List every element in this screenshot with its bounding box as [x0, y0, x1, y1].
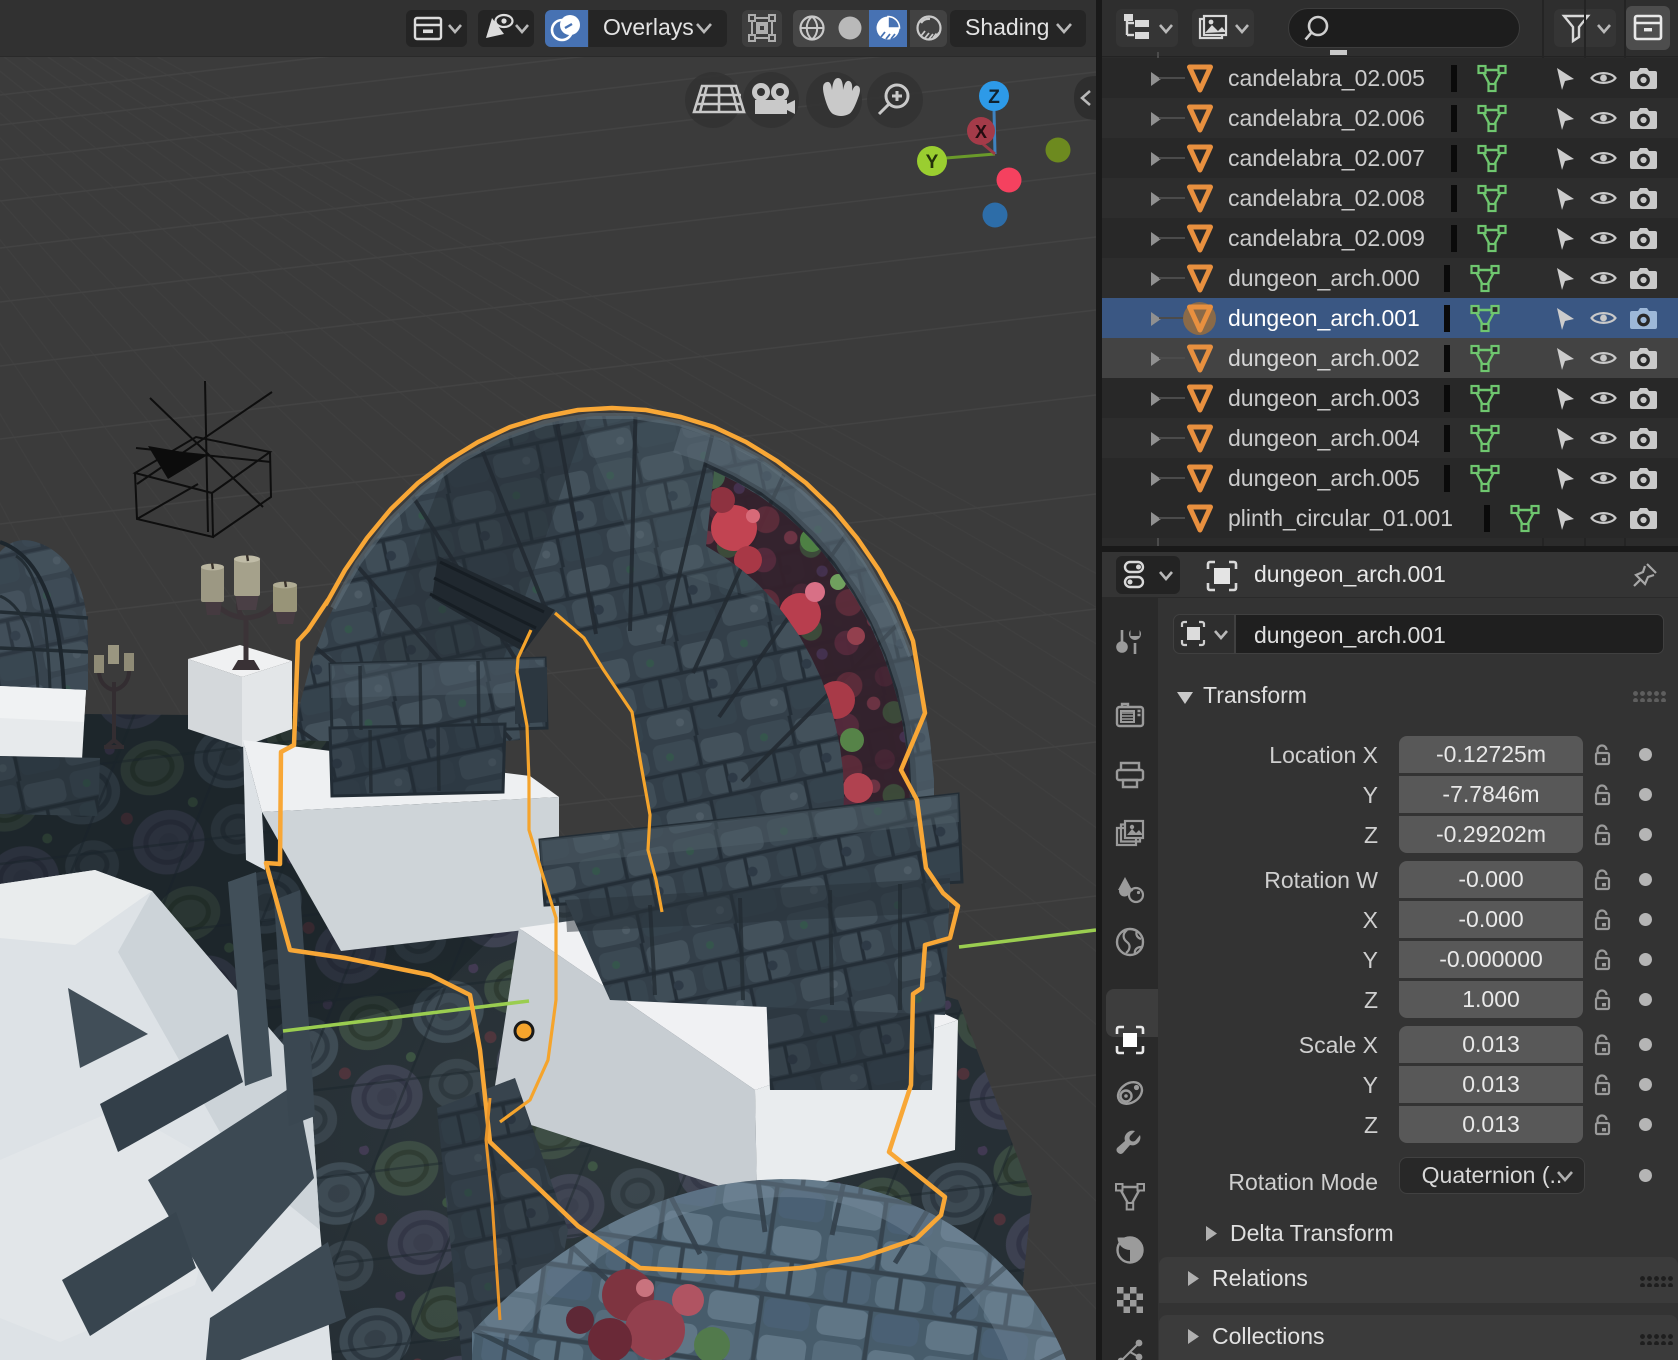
svg-text:X: X: [975, 122, 987, 142]
svg-text:Z: Z: [988, 87, 1000, 108]
svg-text:Y: Y: [926, 152, 939, 173]
